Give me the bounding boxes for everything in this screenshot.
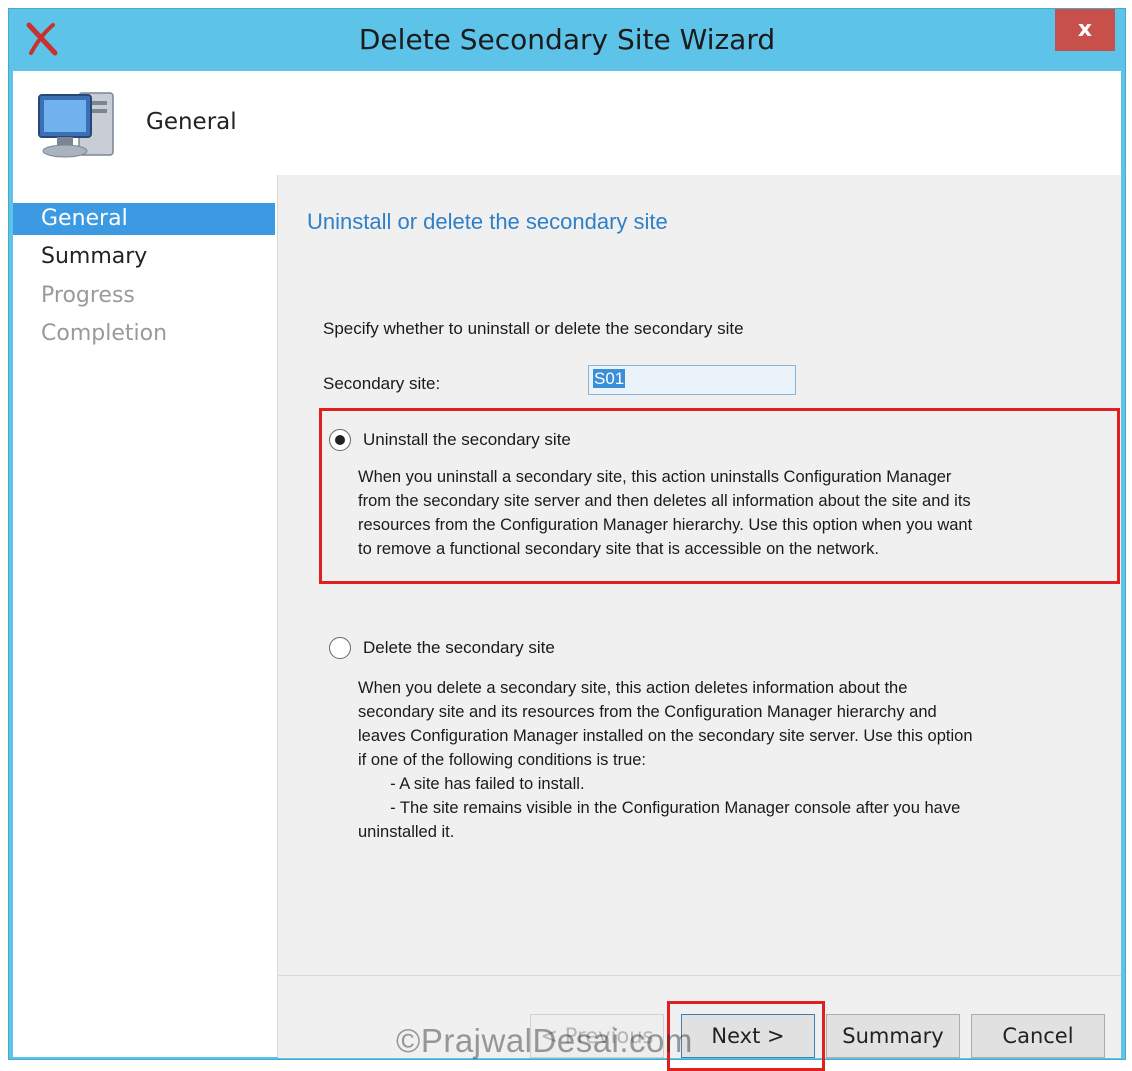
instruction-text: Specify whether to uninstall or delete t… [323, 319, 744, 338]
summary-button[interactable]: Summary [826, 1014, 960, 1058]
nav-item-completion: Completion [41, 321, 168, 346]
title-bar[interactable]: Delete Secondary Site Wizard x [9, 9, 1125, 71]
radio-selected-dot [335, 435, 345, 445]
wizard-window: Delete Secondary Site Wizard x General G… [8, 8, 1126, 1071]
uninstall-option-label[interactable]: Uninstall the secondary site [363, 430, 571, 450]
header-title: General [146, 109, 237, 135]
secondary-site-label: Secondary site: [323, 374, 441, 393]
wizard-header: General [13, 71, 1121, 175]
nav-item-progress: Progress [41, 283, 135, 308]
delete-description: When you delete a secondary site, this a… [358, 679, 973, 841]
secondary-site-value: S01 [593, 369, 626, 388]
nav-item-general[interactable]: General [13, 203, 275, 235]
delete-option-label[interactable]: Delete the secondary site [363, 638, 555, 658]
watermark: ©PrajwalDesai.com [396, 1022, 693, 1059]
wizard-nav: General Summary Progress Completion [13, 175, 278, 1057]
nav-item-summary[interactable]: Summary [13, 241, 275, 273]
content-pane: Uninstall or delete the secondary site S… [278, 175, 1121, 975]
secondary-site-field[interactable]: S01 [588, 365, 796, 395]
cancel-button[interactable]: Cancel [971, 1014, 1105, 1058]
delete-radio[interactable] [329, 637, 351, 659]
close-button[interactable]: x [1055, 9, 1115, 51]
page-heading: Uninstall or delete the secondary site [307, 209, 668, 234]
window-title: Delete Secondary Site Wizard [358, 23, 776, 56]
computer-icon [38, 92, 114, 158]
uninstall-radio[interactable] [329, 429, 351, 451]
uninstall-description: When you uninstall a secondary site, thi… [358, 468, 973, 558]
